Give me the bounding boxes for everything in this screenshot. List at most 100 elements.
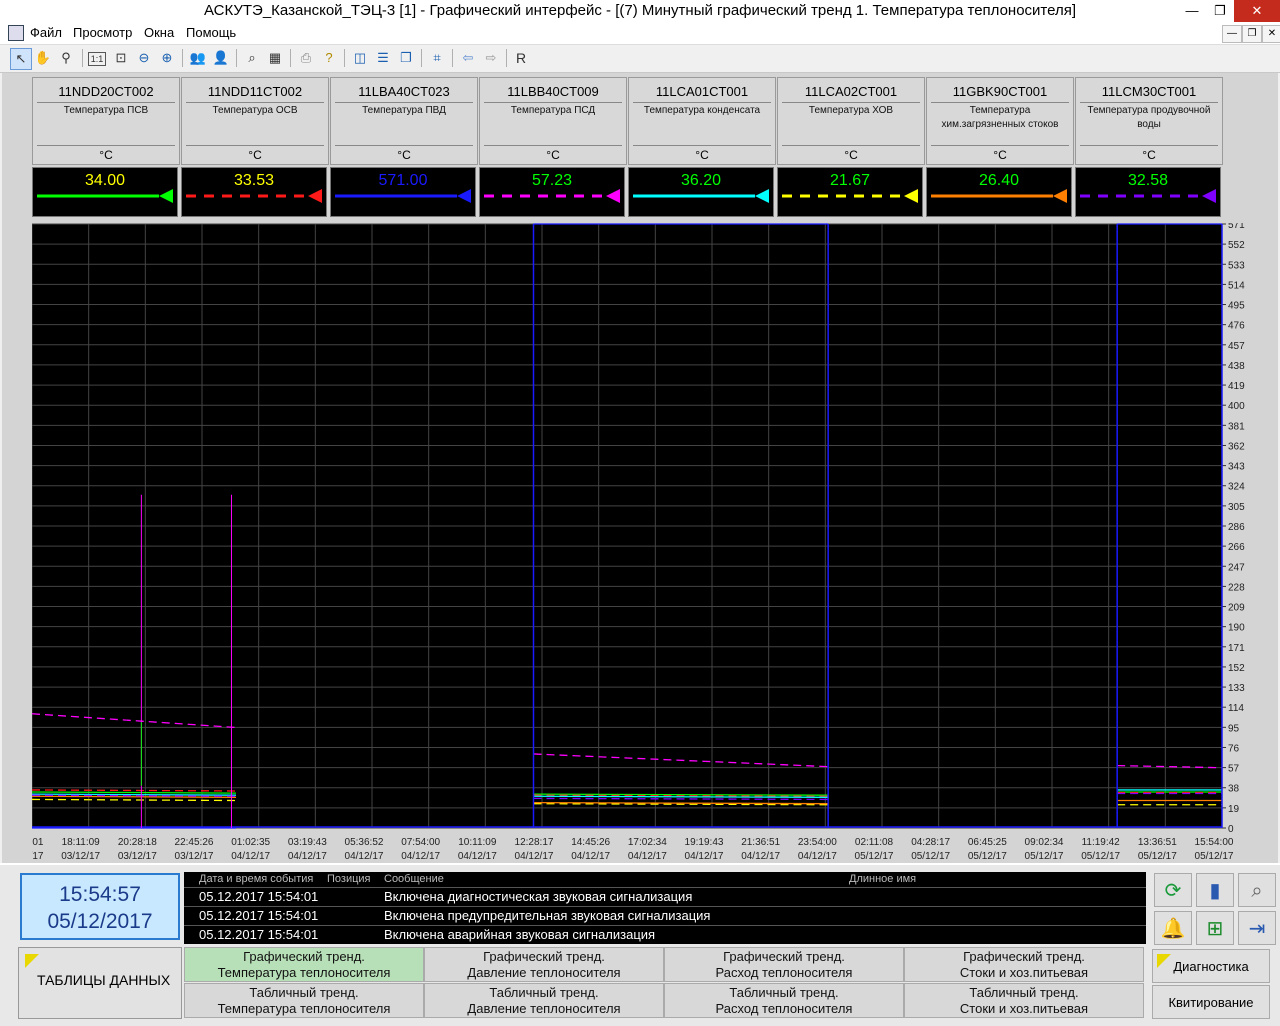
close-button[interactable]: ✕	[1234, 0, 1280, 22]
trend-chart-svg[interactable]: 571 552 533 514 495 476 457 438 419 400 381 362 343 3…	[5, 220, 1278, 863]
events-header-datetime[interactable]: Дата и время события	[199, 872, 313, 887]
event-row[interactable]: 05.12.2017 15:54:01 Включена предупредите…	[184, 906, 1146, 925]
exit-icon[interactable]: ⇥	[1238, 911, 1276, 945]
hand-tool-icon[interactable]: ✋	[33, 48, 53, 68]
menu-file[interactable]: Файл	[30, 22, 62, 44]
clock-date: 05/12/2017	[47, 910, 153, 933]
nav-button[interactable]: Графический тренд. Температура теплоносит…	[184, 947, 424, 982]
mdi-minimize-button[interactable]: —	[1222, 25, 1242, 43]
zoom-fit-icon[interactable]: ⊡	[111, 48, 131, 68]
tag-header[interactable]: 11LBA40CT023 Температура ПВД °C	[330, 77, 478, 165]
mdi-close-button[interactable]: ✕	[1262, 25, 1280, 43]
tag-description: Температура хим.загрязненных стоков	[941, 105, 1059, 130]
y-tick-label: 57	[1228, 764, 1240, 775]
tag-header[interactable]: 11LBB40CT009 Температура ПСД °C	[479, 77, 627, 165]
door-icon[interactable]: ▮	[1196, 873, 1234, 907]
bell-icon[interactable]: 🔔	[1154, 911, 1192, 945]
tag-value-box[interactable]: 26.40	[926, 167, 1072, 217]
event-row[interactable]: 05.12.2017 15:54:01 Включена диагностичес…	[184, 887, 1146, 906]
zoom-in-icon[interactable]: ⊕	[157, 48, 177, 68]
preview-icon[interactable]: ⌕	[1238, 873, 1276, 907]
x-tick-date: 05/12/17	[1195, 851, 1234, 862]
series-legend-line	[782, 189, 918, 203]
magnifier-icon[interactable]: ⚲	[56, 48, 76, 68]
event-row[interactable]: 05.12.2017 15:54:01 Включена аварийная зв…	[184, 925, 1146, 944]
minimize-button[interactable]: —	[1178, 0, 1206, 22]
forward-arrow-icon[interactable]: ⇨	[481, 48, 501, 68]
event-datetime: 05.12.2017 15:54:01	[199, 889, 319, 904]
nav-button[interactable]: Графический тренд. Расход теплоносителя	[664, 947, 904, 982]
x-tick-time: 02:11:08	[855, 837, 894, 848]
x-tick-date: 04/12/17	[288, 851, 327, 862]
menu-view[interactable]: Просмотр	[73, 22, 132, 44]
nav-button[interactable]: Табличный тренд. Температура теплоносител…	[184, 983, 424, 1018]
legend-arrow-icon	[159, 189, 173, 203]
tag-header[interactable]: 11GBK90CT001 Температура хим.загрязненных…	[926, 77, 1074, 165]
menu-windows[interactable]: Окна	[144, 22, 174, 44]
series-legend-line	[931, 189, 1067, 203]
trend-chart[interactable]: 571 552 533 514 495 476 457 438 419 400 381 362 343 3…	[5, 220, 1278, 863]
tag-header[interactable]: 11NDD20CT002 Температура ПСВ °C	[32, 77, 180, 165]
tag-value-box[interactable]: 32.58	[1075, 167, 1221, 217]
app-icon[interactable]	[8, 25, 24, 41]
menu-help[interactable]: Помощь	[186, 22, 236, 44]
nav-button-line1: Табличный тренд.	[729, 985, 839, 1000]
table-icon[interactable]: ▦	[265, 48, 285, 68]
diagnostics-button[interactable]: Диагностика	[1152, 949, 1270, 983]
nav-button[interactable]: Табличный тренд. Стоки и хоз.питьевая	[904, 983, 1144, 1018]
zoom-out-icon[interactable]: ⊖	[134, 48, 154, 68]
events-header-longname[interactable]: Длинное имя	[849, 872, 916, 887]
trend-window: 11NDD20CT002 Температура ПСВ °C 34.00 11NDD1…	[2, 73, 1278, 863]
r-button[interactable]: R	[511, 48, 531, 68]
nav-button[interactable]: Табличный тренд. Давление теплоносителя	[424, 983, 664, 1018]
tag-value-box[interactable]: 36.20	[628, 167, 774, 217]
refresh-icon[interactable]: ⟳	[1154, 873, 1192, 907]
binoculars-icon[interactable]: ⌕	[242, 48, 262, 68]
data-tables-section[interactable]: ТАБЛИЦЫ ДАННЫХ	[18, 947, 182, 1019]
tag-header[interactable]: 11LCM30CT001 Температура продувочной воды…	[1075, 77, 1223, 165]
tag-header[interactable]: 11LCA02CT001 Температура ХОВ °C	[777, 77, 925, 165]
users-icon[interactable]: 👥	[188, 48, 208, 68]
tag-header[interactable]: 11LCA01CT001 Температура конденсата °C	[628, 77, 776, 165]
windows-icon[interactable]: ❐	[396, 48, 416, 68]
columns-icon[interactable]: ◫	[350, 48, 370, 68]
network-icon[interactable]: ⊞	[1196, 911, 1234, 945]
x-tick-time: 20:28:18	[118, 837, 157, 848]
tag-description: Температура конденсата	[643, 105, 761, 116]
x-tick-time: 19:19:43	[685, 837, 724, 848]
tag-value-box[interactable]: 33.53	[181, 167, 327, 217]
user-icon[interactable]: 👤	[211, 48, 231, 68]
help-icon[interactable]: ?	[319, 48, 339, 68]
mdi-restore-button[interactable]: ❐	[1242, 25, 1262, 43]
clock: 15:54:57 05/12/2017	[20, 873, 180, 940]
tag-unit: °C	[695, 148, 709, 162]
events-header-message[interactable]: Сообщение	[384, 872, 444, 887]
printer-icon[interactable]: ⎙	[296, 48, 316, 68]
events-header-position[interactable]: Позиция	[327, 872, 371, 887]
nav-button[interactable]: Графический тренд. Стоки и хоз.питьевая	[904, 947, 1144, 982]
tag-header[interactable]: 11NDD11CT002 Температура ОСВ °C	[181, 77, 329, 165]
nav-button[interactable]: Табличный тренд. Расход теплоносителя	[664, 983, 904, 1018]
acknowledge-button[interactable]: Квитирование	[1152, 985, 1270, 1019]
nav-button[interactable]: Графический тренд. Давление теплоносителя	[424, 947, 664, 982]
tag-value-box[interactable]: 571.00	[330, 167, 476, 217]
tag-value-box[interactable]: 34.00	[32, 167, 178, 217]
y-tick-label: 209	[1228, 603, 1245, 614]
chart-settings-icon[interactable]: ⌗	[427, 48, 447, 68]
tag-value-box[interactable]: 57.23	[479, 167, 625, 217]
x-tick-time: 10:11:09	[458, 837, 497, 848]
back-arrow-icon[interactable]: ⇦	[458, 48, 478, 68]
x-tick-date: 04/12/17	[685, 851, 724, 862]
restore-button[interactable]: ❐	[1206, 0, 1234, 22]
nav-button-line2: Температура теплоносителя	[217, 965, 391, 980]
divider	[931, 102, 1069, 103]
tag-code: 11LCA02CT001	[804, 84, 898, 99]
rows-icon[interactable]: ☰	[373, 48, 393, 68]
pointer-tool-icon[interactable]: ↖	[10, 48, 32, 70]
scale-1-1-icon[interactable]: 1:1	[88, 52, 106, 66]
divider	[37, 145, 175, 146]
tag-code: 11LBA40CT023	[358, 84, 450, 99]
event-message: Включена аварийная звуковая сигнализация	[384, 927, 656, 942]
nav-button-line1: Графический тренд.	[963, 949, 1085, 964]
tag-value-box[interactable]: 21.67	[777, 167, 923, 217]
